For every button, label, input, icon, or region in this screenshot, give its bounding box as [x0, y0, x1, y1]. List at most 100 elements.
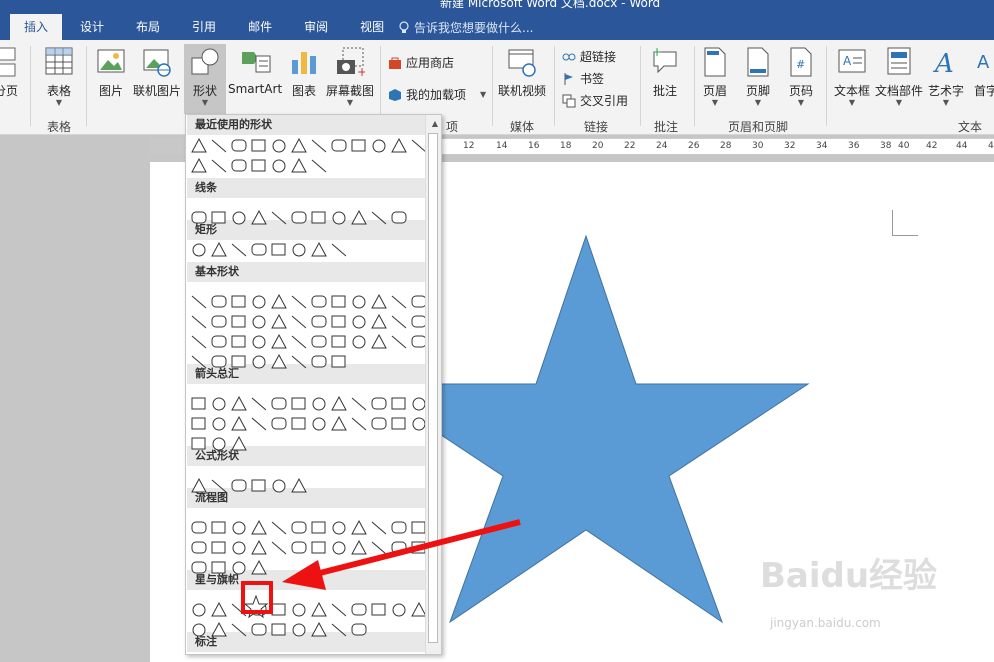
- shape-option[interactable]: [291, 397, 306, 410]
- shape-option[interactable]: [292, 243, 306, 257]
- shape-option[interactable]: [271, 313, 287, 329]
- shape-option[interactable]: [411, 521, 426, 534]
- shape-option[interactable]: [291, 417, 306, 430]
- tab-design[interactable]: 设计: [66, 14, 118, 40]
- shape-option[interactable]: [331, 139, 347, 152]
- shape-option[interactable]: [231, 415, 247, 431]
- shape-option[interactable]: [331, 415, 347, 431]
- shape-option[interactable]: [332, 521, 346, 535]
- shape-option[interactable]: [311, 211, 326, 224]
- scroll-thumb[interactable]: [428, 133, 438, 643]
- shape-option[interactable]: [231, 623, 247, 637]
- shape-option[interactable]: [211, 315, 227, 328]
- shapes-gallery[interactable]: 最近使用的形状 线条 矩形 基本形状 箭头总汇 公式形状 流程图 星与旗帜 标注…: [185, 114, 442, 655]
- shape-option[interactable]: [352, 335, 366, 349]
- shape-option[interactable]: [291, 355, 307, 369]
- shape-option[interactable]: [211, 211, 226, 224]
- shape-option[interactable]: [271, 603, 286, 616]
- shape-option[interactable]: [251, 159, 266, 172]
- shape-option[interactable]: [231, 479, 247, 492]
- shape-option[interactable]: [332, 211, 346, 225]
- shape-option[interactable]: [371, 417, 387, 430]
- shape-option[interactable]: [191, 295, 207, 309]
- shape-option[interactable]: [312, 417, 326, 431]
- tab-references[interactable]: 引用: [178, 14, 230, 40]
- shape-option[interactable]: [251, 539, 267, 555]
- shape-option[interactable]: [231, 139, 247, 152]
- shape-option[interactable]: [271, 353, 287, 369]
- shape-option[interactable]: [211, 355, 227, 368]
- tab-layout[interactable]: 布局: [122, 14, 174, 40]
- shape-option[interactable]: [291, 157, 307, 173]
- shape-option[interactable]: [231, 335, 246, 348]
- shape-option[interactable]: [291, 521, 307, 534]
- shape-option[interactable]: [351, 209, 367, 225]
- shape-option[interactable]: [331, 243, 347, 257]
- shape-option[interactable]: [371, 603, 386, 616]
- screenshot-button[interactable]: + 屏幕截图 ▼: [326, 46, 374, 107]
- shape-option[interactable]: [391, 417, 406, 430]
- shape-option[interactable]: [291, 137, 307, 153]
- tab-mailings[interactable]: 邮件: [234, 14, 286, 40]
- shape-option[interactable]: [371, 541, 387, 555]
- shape-option[interactable]: [311, 159, 327, 173]
- shape-option[interactable]: [292, 623, 306, 637]
- shape-option[interactable]: [411, 601, 426, 617]
- shape-option[interactable]: [371, 333, 387, 349]
- shape-option[interactable]: [211, 159, 227, 173]
- shape-option[interactable]: [251, 209, 267, 225]
- shape-option[interactable]: [271, 417, 287, 430]
- shape-option[interactable]: [331, 623, 347, 637]
- tab-view[interactable]: 视图: [346, 14, 398, 40]
- shape-option[interactable]: [271, 541, 287, 555]
- shape-option[interactable]: [311, 621, 327, 637]
- shape-option[interactable]: [271, 211, 287, 225]
- shape-option[interactable]: [272, 159, 286, 173]
- shape-option[interactable]: [312, 397, 326, 411]
- shape-option[interactable]: [251, 623, 267, 636]
- shape-option[interactable]: [291, 295, 307, 309]
- shape-option[interactable]: [411, 335, 426, 348]
- shape-option[interactable]: [252, 295, 266, 309]
- shape-option[interactable]: [191, 315, 207, 329]
- tell-me-box[interactable]: 告诉我您想要做什么...: [398, 19, 533, 36]
- shape-option[interactable]: [231, 395, 247, 411]
- shape-option[interactable]: [311, 601, 327, 617]
- shape-option[interactable]: [232, 521, 246, 535]
- shape-option[interactable]: [232, 561, 246, 575]
- shape-option[interactable]: [331, 355, 346, 368]
- hyperlink-button[interactable]: 超链接: [562, 48, 616, 65]
- shape-option[interactable]: [391, 295, 407, 309]
- shape-option[interactable]: [192, 243, 206, 257]
- table-button[interactable]: 表格 ▼: [44, 46, 74, 107]
- shape-option[interactable]: [191, 437, 206, 450]
- shape-option[interactable]: [292, 603, 306, 617]
- shape-option[interactable]: [371, 313, 387, 329]
- shape-option[interactable]: [352, 295, 366, 309]
- shape-option[interactable]: [231, 435, 247, 451]
- shape-option[interactable]: [311, 295, 327, 308]
- shape-option[interactable]: [251, 417, 267, 431]
- shape-option[interactable]: [391, 137, 407, 153]
- shape-option[interactable]: [212, 437, 226, 451]
- online-picture-button[interactable]: 联机图片: [133, 46, 181, 99]
- header-button[interactable]: 页眉 ▼: [702, 46, 728, 107]
- shape-option[interactable]: [351, 623, 367, 636]
- shape-option[interactable]: [192, 623, 206, 637]
- app-store-button[interactable]: 应用商店: [388, 54, 454, 71]
- shape-option[interactable]: [191, 417, 206, 430]
- online-video-button[interactable]: 联机视频: [498, 46, 546, 99]
- shape-option[interactable]: [351, 603, 367, 616]
- shape-option[interactable]: [291, 477, 307, 493]
- shape-option[interactable]: [271, 243, 286, 256]
- shape-option[interactable]: [192, 603, 206, 617]
- shape-option[interactable]: [231, 355, 246, 368]
- shape-option[interactable]: [211, 541, 226, 554]
- shape-option[interactable]: [391, 315, 407, 329]
- shape-option[interactable]: [371, 293, 387, 309]
- shape-option[interactable]: [331, 315, 346, 328]
- shape-option[interactable]: [271, 293, 287, 309]
- shape-option[interactable]: [212, 397, 226, 411]
- doc-parts-button[interactable]: 文档部件 ▼: [875, 46, 923, 107]
- star-shape[interactable]: [390, 230, 810, 630]
